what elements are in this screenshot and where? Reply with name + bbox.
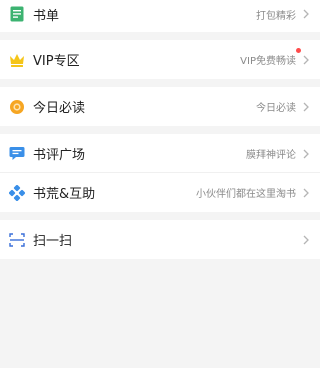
community-group: 书评广场 膜拜神评论 书荒&互助 小伙伴们都在这里淘书: [0, 134, 320, 212]
vip-group: VIP专区 VIP免费畅读: [0, 40, 320, 79]
review-subtitle: 膜拜神评论: [246, 150, 296, 161]
review-label: 书评广场: [33, 148, 86, 163]
help-subtitle: 小伙伴们都在这里淘书: [196, 189, 296, 200]
menu-item-scan[interactable]: 扫一扫: [0, 220, 320, 259]
notification-dot: [296, 48, 301, 53]
booklist-subtitle: 打包精彩: [256, 10, 296, 22]
menu-item-vip[interactable]: VIP专区 VIP免费畅读: [0, 40, 320, 79]
chevron-right-icon: [302, 101, 310, 113]
section-gap: [0, 212, 320, 220]
vip-label: VIP专区: [33, 54, 80, 69]
puzzle-icon: [9, 184, 25, 201]
scan-icon: [9, 232, 25, 248]
menu-list: 书单 打包精彩 VIP专区 VIP免费畅读 今日必读 今日必读 书评广场 膜拜神…: [0, 0, 320, 259]
booklist-label: 书单: [33, 8, 60, 24]
crown-icon: [9, 52, 25, 68]
menu-item-booklist[interactable]: 书单 打包精彩: [0, 0, 320, 32]
menu-item-review[interactable]: 书评广场 膜拜神评论: [0, 134, 320, 173]
daily-read-icon: [9, 99, 25, 115]
booklist-group: 书单 打包精彩: [0, 0, 320, 32]
daily-group: 今日必读 今日必读: [0, 87, 320, 126]
section-gap: [0, 32, 320, 40]
scan-label: 扫一扫: [33, 234, 73, 249]
section-gap: [0, 126, 320, 134]
chevron-right-icon: [302, 54, 310, 66]
chevron-right-icon: [302, 187, 310, 199]
scan-group: 扫一扫: [0, 220, 320, 259]
chevron-right-icon: [302, 234, 310, 246]
chevron-right-icon: [302, 8, 310, 20]
booklist-icon: [9, 6, 25, 22]
daily-subtitle: 今日必读: [256, 103, 296, 114]
help-label: 书荒&互助: [33, 187, 96, 202]
menu-item-help[interactable]: 书荒&互助 小伙伴们都在这里淘书: [0, 173, 320, 212]
vip-subtitle-text: VIP免费畅读: [240, 56, 296, 67]
section-gap: [0, 79, 320, 87]
menu-item-daily[interactable]: 今日必读 今日必读: [0, 87, 320, 126]
comment-bubble-icon: [9, 146, 25, 162]
daily-label: 今日必读: [33, 101, 86, 116]
chevron-right-icon: [302, 148, 310, 160]
vip-subtitle: VIP免费畅读: [240, 48, 301, 67]
